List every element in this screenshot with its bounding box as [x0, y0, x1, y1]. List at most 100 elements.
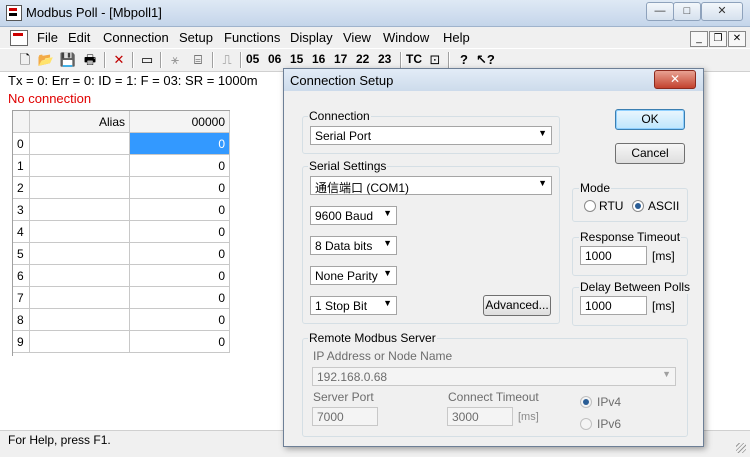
- value-cell[interactable]: 0: [130, 133, 230, 155]
- baud-rate-select[interactable]: 9600 Baud ▼: [310, 206, 397, 225]
- fc17-button[interactable]: 17: [334, 52, 347, 66]
- print-icon[interactable]: 🖶: [81, 51, 99, 69]
- ip-address-label: IP Address or Node Name: [312, 349, 454, 363]
- menu-window[interactable]: Window: [383, 30, 429, 45]
- menu-display[interactable]: Display: [290, 30, 333, 45]
- menu-file[interactable]: File: [37, 30, 58, 45]
- context-help-icon[interactable]: ↖?: [476, 51, 495, 69]
- fc15-button[interactable]: 15: [290, 52, 303, 66]
- com-port-select[interactable]: 通信端口 (COM1) ▼: [310, 176, 552, 195]
- mdi-minimize-button[interactable]: _: [690, 31, 708, 47]
- row-header: 7: [13, 287, 30, 309]
- menu-bar: File Edit Connection Setup Functions Dis…: [0, 27, 750, 48]
- cancel-button[interactable]: Cancel: [615, 143, 685, 164]
- delete-icon[interactable]: ✕: [110, 51, 128, 69]
- alias-cell[interactable]: [30, 221, 130, 243]
- alias-cell[interactable]: [30, 133, 130, 155]
- fc22-button[interactable]: 22: [356, 52, 369, 66]
- close-button[interactable]: ✕: [701, 2, 743, 21]
- fc16-button[interactable]: 16: [312, 52, 325, 66]
- alias-header[interactable]: Alias: [30, 111, 130, 133]
- ipv6-label[interactable]: IPv6: [597, 417, 621, 431]
- value-cell[interactable]: 0: [130, 309, 230, 331]
- value-cell[interactable]: 0: [130, 199, 230, 221]
- chevron-down-icon: ▼: [662, 369, 671, 379]
- new-file-icon[interactable]: 🗋: [16, 51, 34, 69]
- connection-type-value: Serial Port: [315, 129, 372, 143]
- chevron-down-icon: ▼: [383, 298, 392, 308]
- pulse-icon[interactable]: ⎍: [218, 51, 236, 69]
- menu-help[interactable]: Help: [443, 30, 470, 45]
- menu-functions[interactable]: Functions: [224, 30, 280, 45]
- document-icon[interactable]: [10, 30, 28, 46]
- value-cell[interactable]: 0: [130, 287, 230, 309]
- serial-settings-label: Serial Settings: [308, 159, 388, 173]
- toolbar-separator: [160, 52, 162, 68]
- value-cell[interactable]: 0: [130, 265, 230, 287]
- menu-connection[interactable]: Connection: [103, 30, 169, 45]
- ascii-label[interactable]: ASCII: [648, 199, 679, 213]
- address-header[interactable]: 00000: [130, 111, 230, 133]
- data-bits-select[interactable]: 8 Data bits ▼: [310, 236, 397, 255]
- disconnect-icon[interactable]: ⌸: [189, 51, 207, 69]
- dialog-close-button[interactable]: ✕: [654, 70, 696, 89]
- chevron-down-icon: ▼: [538, 178, 547, 188]
- ok-button[interactable]: OK: [615, 109, 685, 130]
- ascii-radio[interactable]: [632, 200, 644, 212]
- save-icon[interactable]: 💾: [59, 51, 77, 69]
- response-timeout-input[interactable]: [580, 246, 647, 265]
- value-cell[interactable]: 0: [130, 243, 230, 265]
- row-header: 8: [13, 309, 30, 331]
- menu-view[interactable]: View: [343, 30, 371, 45]
- stop-bits-select[interactable]: 1 Stop Bit ▼: [310, 296, 397, 315]
- mdi-restore-button[interactable]: ❐: [709, 31, 727, 47]
- alias-cell[interactable]: [30, 309, 130, 331]
- chevron-down-icon: ▼: [383, 238, 392, 248]
- ipv4-label[interactable]: IPv4: [597, 395, 621, 409]
- connection-type-select[interactable]: Serial Port ▼: [310, 126, 552, 145]
- dialog-title-bar[interactable]: Connection Setup ✕: [284, 69, 703, 91]
- dialog-title: Connection Setup: [290, 73, 394, 88]
- toolbar-separator: [240, 52, 242, 68]
- rtu-label[interactable]: RTU: [599, 199, 623, 213]
- alias-cell[interactable]: [30, 287, 130, 309]
- window-icon[interactable]: ▭: [138, 51, 156, 69]
- connection-setup-dialog: Connection Setup ✕ Connection Serial Por…: [283, 68, 704, 447]
- resize-grip[interactable]: [736, 443, 746, 453]
- maximize-button[interactable]: □: [673, 2, 701, 21]
- value-cell[interactable]: 0: [130, 155, 230, 177]
- delay-input[interactable]: [580, 296, 647, 315]
- alias-cell[interactable]: [30, 243, 130, 265]
- alias-cell[interactable]: [30, 331, 130, 353]
- connect-icon[interactable]: ⚹: [166, 51, 184, 69]
- connect-timeout-input[interactable]: [447, 407, 513, 426]
- alias-cell[interactable]: [30, 177, 130, 199]
- fc23-button[interactable]: 23: [378, 52, 391, 66]
- row-header: 0: [13, 133, 30, 155]
- alias-cell[interactable]: [30, 265, 130, 287]
- toolbar-separator: [448, 52, 450, 68]
- mdi-close-button[interactable]: ✕: [728, 31, 746, 47]
- fc05-button[interactable]: 05: [246, 52, 259, 66]
- ipv6-radio[interactable]: [580, 418, 592, 430]
- value-cell[interactable]: 0: [130, 221, 230, 243]
- parity-select[interactable]: None Parity ▼: [310, 266, 397, 285]
- value-cell[interactable]: 0: [130, 331, 230, 353]
- menu-setup[interactable]: Setup: [179, 30, 213, 45]
- minimize-button[interactable]: —: [646, 2, 674, 21]
- fc06-button[interactable]: 06: [268, 52, 281, 66]
- ipv4-radio[interactable]: [580, 396, 592, 408]
- response-timeout-label: Response Timeout: [579, 230, 682, 244]
- menu-edit[interactable]: Edit: [68, 30, 90, 45]
- rtu-radio[interactable]: [584, 200, 596, 212]
- monitor-icon[interactable]: ⊡: [426, 51, 444, 69]
- tc-button[interactable]: TC: [406, 52, 422, 66]
- ip-address-select[interactable]: 192.168.0.68 ▼: [312, 367, 676, 386]
- server-port-input[interactable]: [312, 407, 378, 426]
- open-folder-icon[interactable]: 📂: [37, 51, 55, 69]
- help-icon[interactable]: ?: [455, 51, 473, 69]
- value-cell[interactable]: 0: [130, 177, 230, 199]
- alias-cell[interactable]: [30, 155, 130, 177]
- advanced-button[interactable]: Advanced...: [483, 295, 551, 316]
- alias-cell[interactable]: [30, 199, 130, 221]
